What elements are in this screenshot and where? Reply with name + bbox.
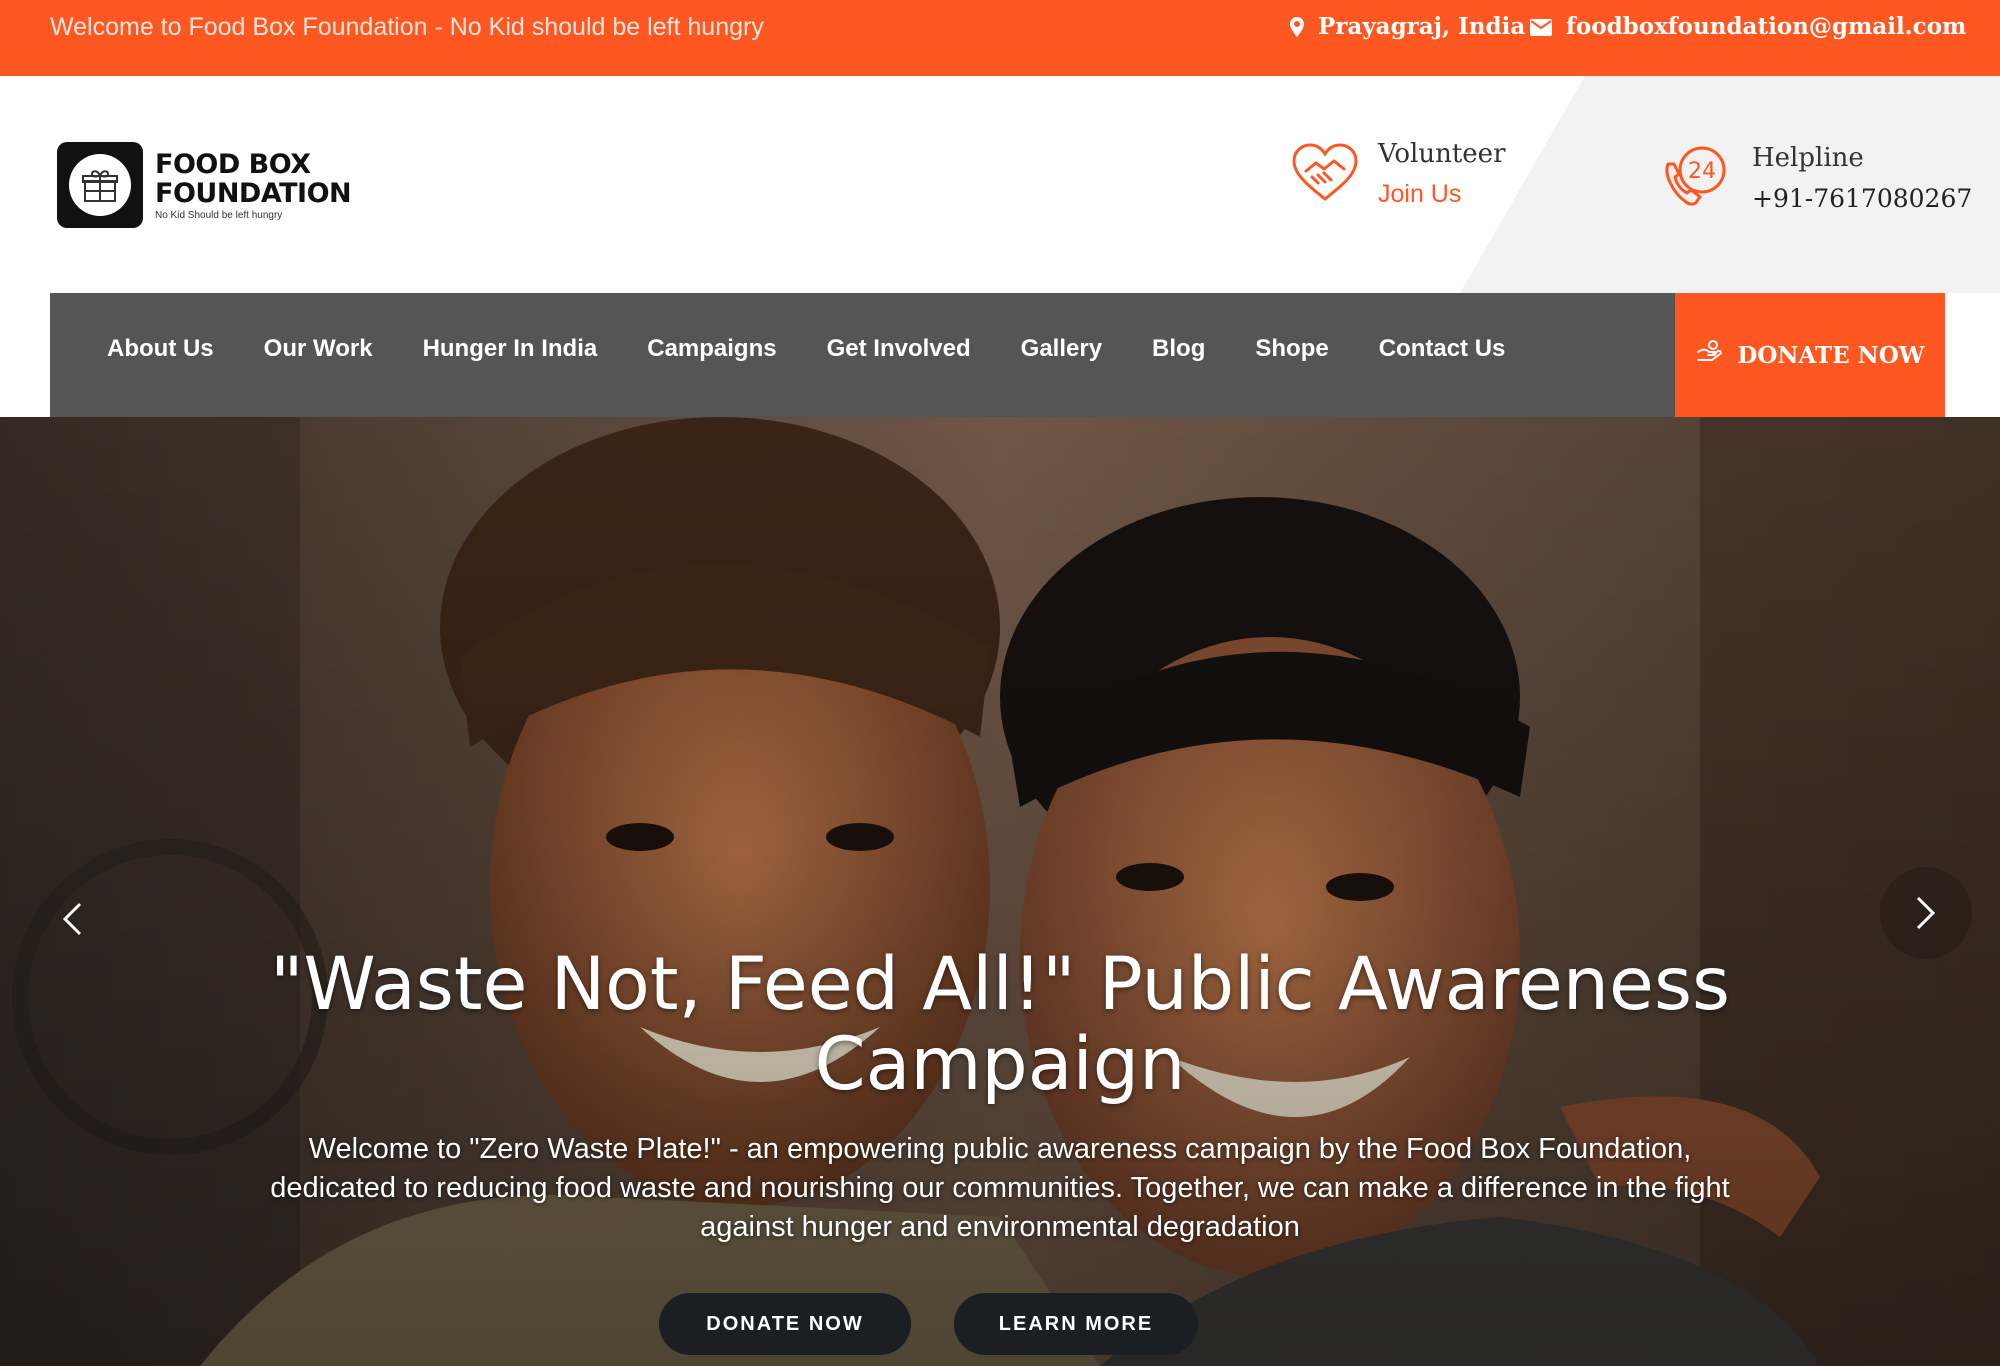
email-text[interactable]: foodboxfoundation@gmail.com bbox=[1566, 1, 1966, 53]
nav-item-about-us[interactable]: About Us bbox=[107, 335, 214, 363]
hero-text-line3: against hunger and environmental degrada… bbox=[700, 1211, 1300, 1243]
location-text: Prayagraj, India bbox=[1318, 13, 1526, 40]
hero-description: Welcome to "Zero Waste Plate!" - an empo… bbox=[230, 1130, 1770, 1247]
donate-now-label[interactable]: DONATE NOW bbox=[1737, 342, 1924, 369]
welcome-message: Welcome to Food Box Foundation - No Kid … bbox=[50, 13, 764, 41]
nav-item-campaigns[interactable]: Campaigns bbox=[647, 335, 776, 363]
donate-now-button[interactable]: DONATE NOW bbox=[1675, 293, 1945, 417]
main-nav: About Us Our Work Hunger In India Campai… bbox=[50, 293, 1675, 417]
handshake-heart-icon bbox=[1290, 141, 1360, 208]
hero-text-line1: Welcome to "Zero Waste Plate!" - an empo… bbox=[308, 1133, 1692, 1165]
volunteer-block[interactable]: Volunteer Join Us bbox=[1290, 134, 1506, 214]
site-logo[interactable]: FOOD BOX FOUNDATION No Kid Should be lef… bbox=[57, 142, 352, 228]
helpline-block: 24 Helpline +91-7617080267 bbox=[1660, 138, 1972, 220]
nav-item-contact-us[interactable]: Contact Us bbox=[1379, 335, 1506, 363]
hero-learn-more-button[interactable]: LEARN MORE bbox=[954, 1293, 1198, 1355]
join-us-link[interactable]: Join Us bbox=[1378, 174, 1506, 214]
logo-title-line2: FOUNDATION bbox=[155, 177, 352, 209]
top-bar: Welcome to Food Box Foundation - No Kid … bbox=[0, 0, 2000, 76]
nav-item-get-involved[interactable]: Get Involved bbox=[827, 335, 971, 363]
envelope-icon bbox=[1530, 18, 1552, 36]
volunteer-title: Volunteer bbox=[1378, 139, 1506, 169]
hero-donate-now-button[interactable]: DONATE NOW bbox=[659, 1293, 911, 1355]
hero-slider: "Waste Not, Feed All!" Public Awareness … bbox=[0, 417, 2000, 1366]
nav-item-our-work[interactable]: Our Work bbox=[264, 335, 373, 363]
map-pin-icon bbox=[1290, 17, 1304, 37]
slider-prev-arrow[interactable] bbox=[62, 902, 82, 941]
nav-item-hunger-in-india[interactable]: Hunger In India bbox=[423, 335, 598, 363]
logo-mark bbox=[57, 142, 143, 228]
header: FOOD BOX FOUNDATION No Kid Should be lef… bbox=[0, 76, 2000, 293]
location-info: Prayagraj, India bbox=[1290, 0, 1525, 54]
gift-box-icon bbox=[82, 170, 118, 202]
slider-next-arrow[interactable] bbox=[1880, 867, 1972, 959]
hero-text-line2: dedicated to reducing food waste and nou… bbox=[270, 1172, 1730, 1204]
donation-hand-icon bbox=[1695, 338, 1723, 372]
hero-title: "Waste Not, Feed All!" Public Awareness … bbox=[150, 945, 1850, 1105]
helpline-number[interactable]: +91-7617080267 bbox=[1752, 178, 1972, 220]
nav-item-shope[interactable]: Shope bbox=[1255, 335, 1328, 363]
logo-tagline: No Kid Should be left hungry bbox=[155, 209, 283, 221]
email-link[interactable]: foodboxfoundation@gmail.com bbox=[1530, 0, 1966, 54]
svg-text:24: 24 bbox=[1688, 159, 1716, 184]
phone-24-icon: 24 bbox=[1660, 142, 1730, 217]
hero-title-line2: Campaign bbox=[814, 1022, 1186, 1107]
nav-item-gallery[interactable]: Gallery bbox=[1021, 335, 1102, 363]
nav-item-blog[interactable]: Blog bbox=[1152, 335, 1205, 363]
helpline-title: Helpline bbox=[1752, 143, 1864, 173]
logo-title-line1: FOOD BOX bbox=[155, 148, 311, 180]
hero-title-line1: "Waste Not, Feed All!" Public Awareness bbox=[269, 942, 1731, 1027]
